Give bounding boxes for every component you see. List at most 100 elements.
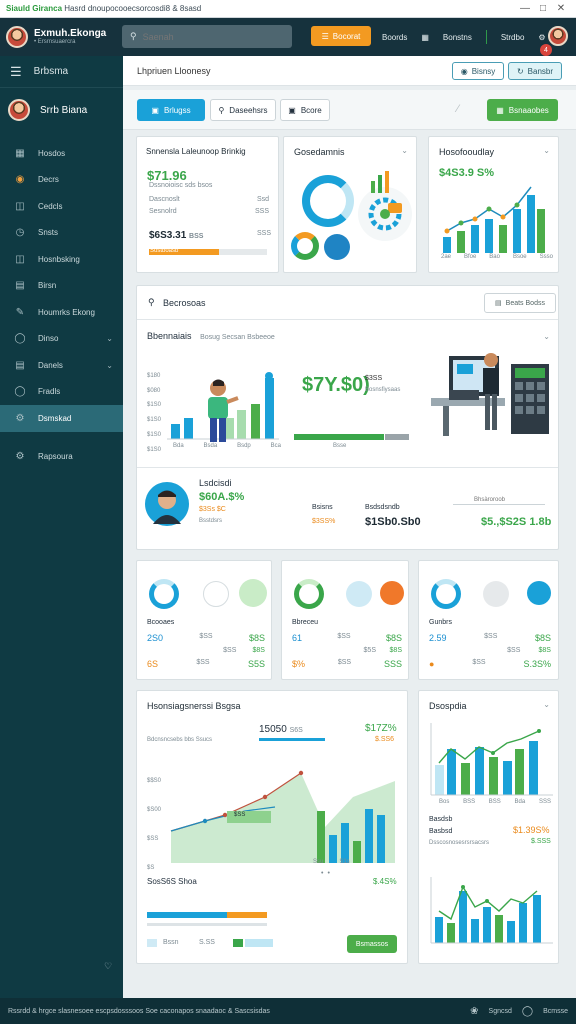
sidebar-title: Brbsma (33, 66, 69, 77)
avatar[interactable] (6, 26, 28, 48)
notification-badge: 4 (540, 44, 552, 56)
divider (137, 467, 558, 468)
toolbar-search-button[interactable]: ⚲ Daseehsrs (210, 99, 276, 121)
search-input[interactable] (142, 31, 273, 42)
search-box[interactable]: ⚲ (122, 25, 292, 48)
chevron-down-icon[interactable]: ⌄ (543, 332, 550, 341)
report-section: ⚲ Becrosoas ▤ Beats Bodss Bbennaiais Bosu… (136, 285, 559, 550)
menu-icon[interactable]: ☰ (10, 64, 22, 80)
toolbar: ▣ Brlugss ⚲ Daseehsrs ▣ Bcore ⁄ ▦ Bsnaaobes (123, 90, 576, 130)
chevron-down-icon[interactable]: ⌄ (543, 700, 550, 709)
bell-icon[interactable]: ⚙ (538, 33, 545, 42)
sidebar-item-houmrks[interactable]: ✎ Houmrks Ekong (0, 299, 123, 326)
growth-action-button[interactable]: Bsmassos (347, 935, 397, 953)
toolbar-green-button[interactable]: ▦ Bsnaaobes (487, 99, 558, 121)
report-progress-rest (385, 434, 409, 440)
mini-row: 2.59 $SS $8S (429, 633, 551, 643)
pager-dots[interactable]: •• (321, 870, 334, 877)
page-title: Lhpriuen Lloonesy (137, 65, 211, 76)
sidebar-item-dsmskad[interactable]: ⚙ Dsmskad (0, 405, 129, 432)
top-link-strdbo[interactable]: Strdbo (501, 33, 525, 42)
sidebar-item-rapsoura[interactable]: ⚙ Rapsoura (0, 444, 123, 471)
shield-icon[interactable]: ♡ (104, 961, 112, 972)
profile-avatar (145, 482, 189, 526)
report-title: Becrosoas (163, 298, 206, 308)
top-link-boards[interactable]: Boords (382, 33, 407, 42)
sidebar-item-hosnbsking[interactable]: ◫ Hosnbsking (0, 246, 123, 273)
sidebar-item-birsn[interactable]: ▤ Birsn (0, 273, 123, 300)
side-row-sub: Basbsd (429, 828, 453, 835)
maximize-icon[interactable]: □ (534, 3, 552, 14)
search-icon: ⚲ (130, 31, 137, 41)
status-link-2[interactable]: Bcmsse (543, 1008, 568, 1015)
mini-donut (431, 579, 461, 609)
chevron-down-icon[interactable]: ⌄ (401, 146, 408, 155)
user-icon: ◯ (14, 386, 26, 398)
top-link-bonstns[interactable]: Bonstns (443, 33, 472, 42)
card-title: Dsospdia (429, 701, 467, 711)
toolbar-third-button[interactable]: ▣ Bcore (280, 99, 330, 121)
donut-small (291, 232, 319, 260)
mini-title: Gunbrs (429, 619, 452, 626)
sidebar-header: ☰ Brbsma (0, 56, 123, 88)
sidebar-item-hosdos[interactable]: ▦ Hosdos (0, 140, 123, 167)
trend-chart (443, 186, 545, 253)
top-bar: Exmuh.Ekonga • Ersrnsuaercra ⚲ ☰Bocorat … (0, 18, 576, 56)
status-link-1[interactable]: Sgncsd (489, 1008, 512, 1015)
avatar (8, 99, 30, 121)
sidebar-item-fradls[interactable]: ◯ Fradls (0, 379, 123, 406)
edit-icon: ▣ (151, 105, 159, 115)
minimize-icon[interactable]: — (516, 3, 534, 14)
growth-bar-orange (227, 912, 267, 918)
settings-icon: ⚙ (15, 451, 25, 463)
report-action-button[interactable]: ▤ Beats Bodss (484, 293, 556, 313)
profit-col-label: Bsisns (312, 504, 333, 511)
side-x-axis: Bos BSS BSS Bda SSS (439, 799, 551, 805)
create-button[interactable]: ☰ Bocorat (311, 26, 371, 46)
user-avatar[interactable] (548, 26, 568, 46)
info-icon[interactable]: ◯ (522, 1006, 533, 1017)
sidebar: ☰ Brbsma Srrb Biana ▦ Hosdos ◉ Decrs ◫ Cedc… (0, 56, 129, 998)
divider (485, 30, 487, 44)
workstation-illustration (429, 346, 553, 448)
sidebar-item-dinso[interactable]: ◯ Dinso ⌄ (0, 326, 123, 353)
summary-value: $71.96 (147, 168, 187, 183)
growth-x-axis: Ssu S1s (313, 859, 350, 865)
mini-icon-circle (239, 579, 267, 607)
close-icon[interactable]: ✕ (552, 3, 570, 14)
report-subtitle: Bbennaiais Bosug Secsan Bsbeeoe (147, 331, 275, 341)
card-title: Snnensla Laleunoop Brinkig (146, 147, 246, 156)
summary-row: Sesnolrd SSS (149, 208, 269, 215)
chevron-down-icon[interactable]: ⌄ (543, 146, 550, 155)
mini-row: $% $SS SSS (292, 659, 402, 669)
chevron-down-icon: ⌄ (106, 360, 113, 370)
side-chart-card: Dsospdia ⌄ Bos BSS BSS Bda SSS Basdsb Basbsd… (418, 690, 559, 964)
sidebar-item-decrs[interactable]: ◉ Decrs (0, 167, 123, 194)
tag-icon: ◉ (15, 174, 25, 186)
sidebar-item-danels[interactable]: ▤ Danels ⌄ (0, 352, 123, 379)
search-icon: ⚲ (218, 105, 225, 115)
trend-value: $4S3.9 S% (439, 167, 495, 179)
toolbar-primary-button[interactable]: ▣ Brlugss (137, 99, 205, 121)
growth-progress (259, 738, 325, 741)
profit-value: $60A.$% (199, 491, 245, 503)
mini-row: 2S0 $SS $8S (147, 633, 265, 643)
summary-bar-track (219, 249, 267, 255)
user-button[interactable]: ◉ Bisnsy (452, 62, 504, 80)
sidebar-user[interactable]: Srrb Biana (0, 88, 123, 132)
growth-desc: Bdcnsncsebs bbs Ssucs (147, 737, 213, 743)
leaf-icon[interactable]: ❀ (470, 1006, 478, 1017)
mini-icon-circle (380, 581, 404, 605)
slash-icon: ⁄ (457, 103, 459, 115)
profit-col-value: $1Sb0.Sb0 (365, 516, 421, 528)
mini-avatar (483, 581, 509, 607)
profit-col-label: Bhsàroroob (474, 497, 506, 503)
mini-icon-circle (346, 581, 372, 607)
card-title: Hsonsiagsnerssi Bsgsa (147, 701, 241, 711)
share-button[interactable]: ↻ Bansbr (508, 62, 562, 80)
sidebar-item-snsts[interactable]: ◷ Snsts (0, 220, 123, 247)
apps-icon[interactable]: ▦ (421, 33, 429, 42)
side-bar-chart-2 (430, 877, 553, 944)
sidebar-item-cedcls[interactable]: ◫ Cedcls (0, 193, 123, 220)
window-titlebar: Siauld Giranca Hasrd dnoupocooecsorcosdi… (0, 0, 576, 18)
